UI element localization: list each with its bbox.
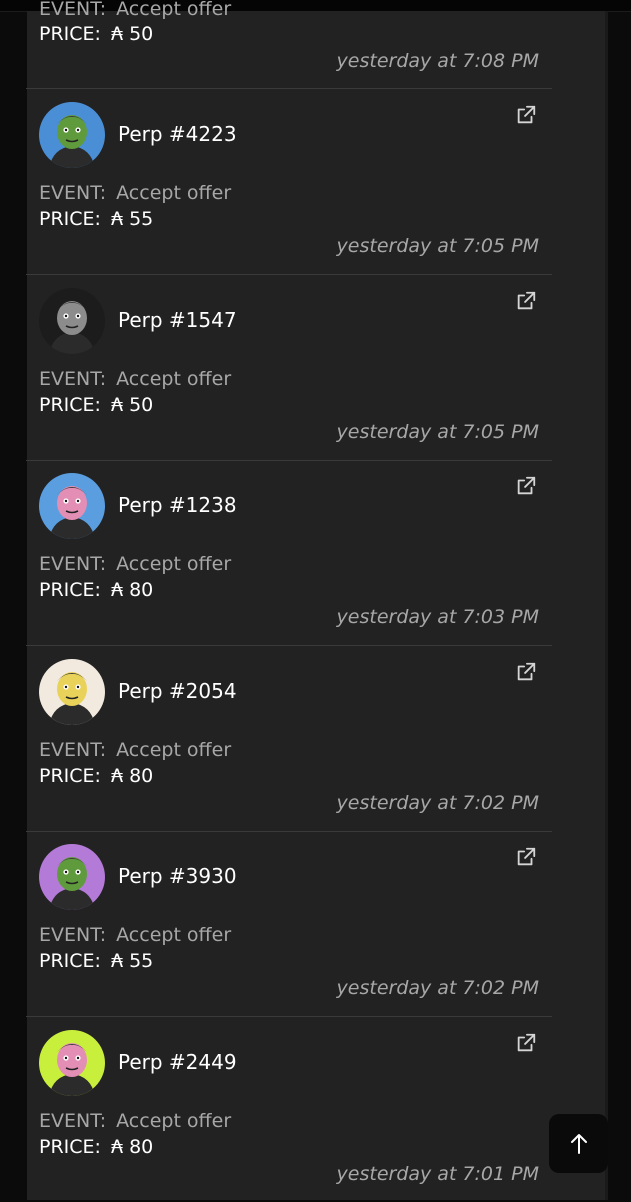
nft-name[interactable]: Perp #2449	[118, 1050, 237, 1074]
timestamp: yesterday at 7:05 PM	[336, 235, 539, 257]
price-line: PRICE: ₳ 50	[39, 23, 153, 45]
nft-avatar[interactable]	[39, 473, 105, 539]
price-value: ₳ 80	[110, 765, 154, 787]
timestamp: yesterday at 7:02 PM	[336, 792, 539, 814]
nft-name[interactable]: Perp #1238	[118, 493, 237, 517]
event-label: EVENT:	[39, 553, 107, 575]
price-line: PRICE: ₳ 80	[39, 579, 153, 601]
event-line: EVENT: Accept offer	[39, 0, 231, 20]
event-line: EVENT: Accept offer	[39, 1110, 231, 1132]
activity-item-partial: EVENT: Accept offer PRICE: ₳ 50 yesterday …	[26, 0, 552, 88]
scrollbar-track[interactable]	[605, 11, 608, 1200]
price-value: ₳ 55	[110, 208, 154, 230]
price-line: PRICE: ₳ 80	[39, 765, 153, 787]
price-line: PRICE: ₳ 80	[39, 1136, 153, 1158]
timestamp: yesterday at 7:01 PM	[336, 1163, 539, 1185]
external-link-icon[interactable]	[515, 475, 537, 497]
event-line: EVENT: Accept offer	[39, 553, 231, 575]
price-label: PRICE:	[39, 394, 101, 416]
timestamp: yesterday at 7:02 PM	[336, 977, 539, 999]
event-value: Accept offer	[116, 739, 232, 761]
event-value: Accept offer	[116, 368, 232, 390]
event-label: EVENT:	[39, 924, 107, 946]
nft-avatar[interactable]	[39, 844, 105, 910]
activity-item: Perp #4223 EVENT: Accept offer PRICE: ₳ 55 ye…	[26, 89, 552, 274]
timestamp: yesterday at 7:08 PM	[336, 50, 539, 72]
external-link-icon[interactable]	[515, 661, 537, 683]
event-label: EVENT:	[39, 739, 107, 761]
nft-name[interactable]: Perp #2054	[118, 679, 237, 703]
event-line: EVENT: Accept offer	[39, 739, 231, 761]
event-line: EVENT: Accept offer	[39, 368, 231, 390]
external-link-icon[interactable]	[515, 290, 537, 312]
price-line: PRICE: ₳ 50	[39, 394, 153, 416]
price-label: PRICE:	[39, 579, 101, 601]
scroll-to-top-button[interactable]	[549, 1114, 608, 1173]
external-link-icon[interactable]	[515, 104, 537, 126]
event-value: Accept offer	[116, 0, 232, 20]
price-value: ₳ 80	[110, 1136, 154, 1158]
price-label: PRICE:	[39, 208, 101, 230]
price-label: PRICE:	[39, 23, 101, 45]
activity-item: Perp #2449 EVENT: Accept offer PRICE: ₳ 80 ye…	[26, 1017, 552, 1202]
price-line: PRICE: ₳ 55	[39, 950, 153, 972]
price-value: ₳ 55	[110, 950, 154, 972]
event-label: EVENT:	[39, 1110, 107, 1132]
nft-avatar[interactable]	[39, 659, 105, 725]
timestamp: yesterday at 7:03 PM	[336, 606, 539, 628]
event-label: EVENT:	[39, 182, 107, 204]
activity-item: Perp #1547 EVENT: Accept offer PRICE: ₳ 50 ye…	[26, 275, 552, 460]
price-label: PRICE:	[39, 1136, 101, 1158]
price-label: PRICE:	[39, 765, 101, 787]
event-value: Accept offer	[116, 553, 232, 575]
price-line: PRICE: ₳ 55	[39, 208, 153, 230]
nft-name[interactable]: Perp #3930	[118, 864, 237, 888]
nft-avatar[interactable]	[39, 288, 105, 354]
activity-item: Perp #2054 EVENT: Accept offer PRICE: ₳ 80 ye…	[26, 646, 552, 831]
event-label: EVENT:	[39, 368, 107, 390]
price-value: ₳ 80	[110, 579, 154, 601]
event-value: Accept offer	[116, 924, 232, 946]
event-value: Accept offer	[116, 1110, 232, 1132]
activity-item: Perp #3930 EVENT: Accept offer PRICE: ₳ 55 ye…	[26, 831, 552, 1016]
event-line: EVENT: Accept offer	[39, 924, 231, 946]
event-value: Accept offer	[116, 182, 232, 204]
event-label: EVENT:	[39, 0, 107, 20]
price-label: PRICE:	[39, 950, 101, 972]
price-value: ₳ 50	[110, 394, 154, 416]
arrow-up-icon	[570, 1133, 587, 1154]
external-link-icon[interactable]	[515, 846, 537, 868]
nft-name[interactable]: Perp #1547	[118, 308, 237, 332]
activity-item: Perp #1238 EVENT: Accept offer PRICE: ₳ 80 ye…	[26, 460, 552, 645]
nft-avatar[interactable]	[39, 102, 105, 168]
price-value: ₳ 50	[110, 23, 154, 45]
event-line: EVENT: Accept offer	[39, 182, 231, 204]
timestamp: yesterday at 7:05 PM	[336, 421, 539, 443]
nft-name[interactable]: Perp #4223	[118, 122, 237, 146]
nft-avatar[interactable]	[39, 1030, 105, 1096]
external-link-icon[interactable]	[515, 1032, 537, 1054]
